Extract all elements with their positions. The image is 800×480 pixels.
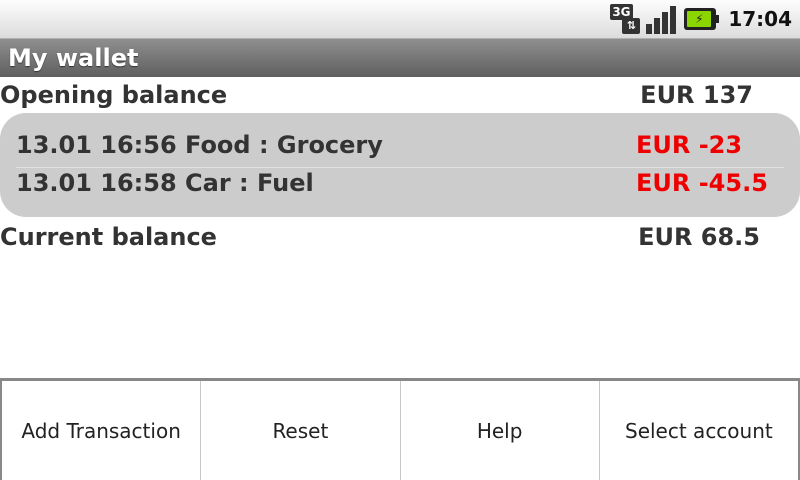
reset-button[interactable]: Reset xyxy=(200,381,399,480)
clock: 17:04 xyxy=(728,7,792,31)
transaction-amount: EUR -23 xyxy=(636,131,743,159)
opening-balance-amount: EUR 137 xyxy=(640,81,753,109)
options-menu: Add Transaction Reset Help Select accoun… xyxy=(0,378,800,480)
status-bar: 3G ⇅ ⚡ 17:04 xyxy=(0,0,800,38)
page-title: My wallet xyxy=(8,44,139,72)
transaction-description: 13.01 16:56 Food : Grocery xyxy=(16,131,383,159)
transaction-row[interactable]: 13.01 16:56 Food : Grocery EUR -23 xyxy=(16,131,784,168)
current-balance-row: Current balance EUR 68.5 xyxy=(0,223,800,257)
data-arrows-icon: ⇅ xyxy=(622,18,641,34)
current-balance-label: Current balance xyxy=(0,223,217,251)
3g-icon: 3G ⇅ xyxy=(610,4,641,34)
opening-balance-label: Opening balance xyxy=(0,81,228,109)
current-balance-amount: EUR 68.5 xyxy=(638,223,760,251)
opening-balance-row: Opening balance EUR 137 xyxy=(0,81,800,115)
select-account-button[interactable]: Select account xyxy=(598,381,800,480)
transactions-list: 13.01 16:56 Food : Grocery EUR -23 13.01… xyxy=(0,113,800,217)
battery-icon: ⚡ xyxy=(684,8,720,30)
help-button[interactable]: Help xyxy=(399,381,599,480)
title-bar: My wallet xyxy=(0,38,800,77)
add-transaction-button[interactable]: Add Transaction xyxy=(0,381,200,480)
signal-icon xyxy=(646,4,678,34)
transaction-description: 13.01 16:58 Car : Fuel xyxy=(16,169,314,197)
battery-charging-glyph: ⚡ xyxy=(687,11,712,27)
status-icons: 3G ⇅ ⚡ 17:04 xyxy=(610,4,792,34)
transaction-row[interactable]: 13.01 16:58 Car : Fuel EUR -45.5 xyxy=(16,169,784,205)
transaction-amount: EUR -45.5 xyxy=(636,169,768,197)
